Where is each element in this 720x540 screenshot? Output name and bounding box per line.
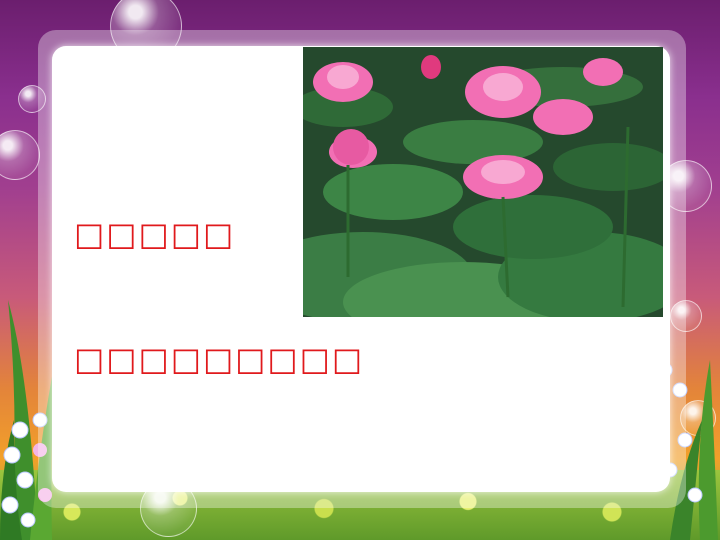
- slide-text-line-1: □□□□□: [74, 215, 236, 253]
- lotus-photo: [303, 47, 663, 317]
- slide-text-line-2: □□□□□□□□□: [74, 340, 365, 378]
